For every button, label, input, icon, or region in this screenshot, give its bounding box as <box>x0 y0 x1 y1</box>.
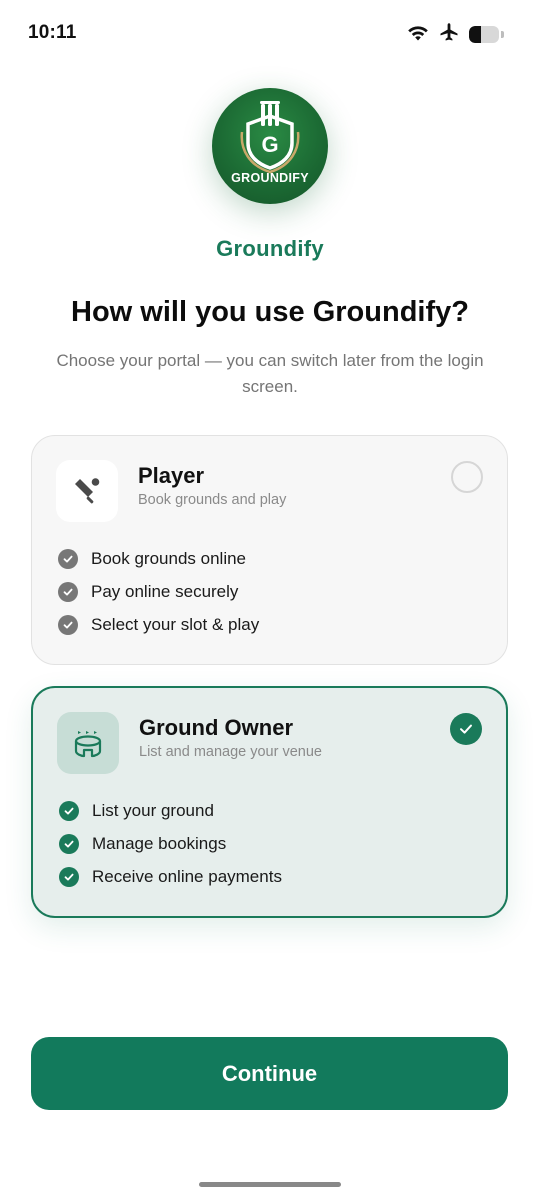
feature-item: List your ground <box>59 794 282 827</box>
feature-item: Pay online securely <box>58 575 259 608</box>
option-card-ground-owner[interactable]: Ground Owner List and manage your venue … <box>31 686 508 918</box>
feature-item: Receive online payments <box>59 860 282 893</box>
feature-list: Book grounds online Pay online securely … <box>58 542 259 641</box>
radio-unselected[interactable] <box>451 461 483 493</box>
groundify-logo: G GROUNDIFY <box>212 88 328 204</box>
status-time: 10:11 <box>28 22 77 43</box>
check-icon <box>58 548 78 569</box>
stadium-icon <box>57 712 119 774</box>
feature-item: Select your slot & play <box>58 608 259 641</box>
page-title: How will you use Groundify? <box>71 296 469 328</box>
feature-text: Receive online payments <box>92 866 282 886</box>
option-title: Player <box>138 463 205 488</box>
option-card-player[interactable]: Player Book grounds and play Book ground… <box>31 435 508 665</box>
feature-item: Manage bookings <box>59 827 282 860</box>
feature-text: Pay online securely <box>91 581 239 601</box>
feature-text: Book grounds online <box>91 548 247 568</box>
check-icon <box>58 614 78 635</box>
wifi-icon <box>407 24 429 46</box>
battery-icon <box>469 26 499 43</box>
check-icon <box>59 833 79 854</box>
feature-list: List your ground Manage bookings Receive… <box>59 794 282 893</box>
feature-text: Manage bookings <box>92 833 227 853</box>
feature-text: Select your slot & play <box>91 614 260 634</box>
home-indicator <box>199 1182 341 1187</box>
status-icons <box>407 22 504 47</box>
cricket-bat-icon <box>56 460 118 522</box>
brand-name: Groundify <box>216 236 324 261</box>
battery-nub <box>501 31 504 38</box>
page-subtitle: Choose your portal — you can switch late… <box>56 351 484 396</box>
continue-button[interactable]: Continue <box>31 1037 508 1110</box>
status-bar: 10:11 <box>0 0 540 66</box>
feature-text: List your ground <box>92 800 214 820</box>
check-icon <box>59 866 79 887</box>
svg-text:G: G <box>261 132 278 157</box>
logo-text: GROUNDIFY <box>231 171 309 185</box>
option-subtitle: Book grounds and play <box>138 492 287 508</box>
option-subtitle: List and manage your venue <box>139 744 322 760</box>
option-title: Ground Owner <box>139 715 293 740</box>
check-icon <box>58 581 78 602</box>
radio-selected-check-icon[interactable] <box>450 713 482 745</box>
airplane-icon <box>439 22 459 47</box>
feature-item: Book grounds online <box>58 542 259 575</box>
check-icon <box>59 800 79 821</box>
